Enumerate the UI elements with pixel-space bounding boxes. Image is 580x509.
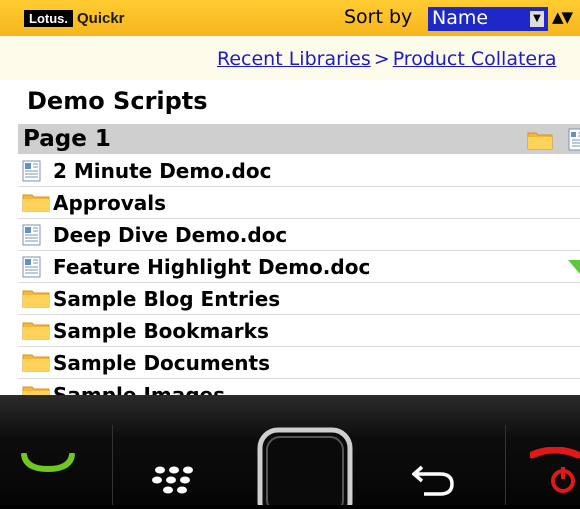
sort-label: Sort by [344, 6, 413, 28]
list-item-label: 2 Minute Demo.doc [53, 159, 272, 183]
back-key-icon[interactable] [411, 463, 456, 501]
call-key-icon[interactable] [20, 452, 76, 479]
file-list: 2 Minute Demo.doc Approvals Deep Dive De… [18, 155, 580, 395]
list-item-label: Sample Blog Entries [53, 287, 281, 311]
list-item-label: Approvals [53, 191, 167, 215]
phone-screen: Lotus. Quickr Sort by Name ▼ ▲▼ Recent L… [0, 0, 580, 395]
folder-icon [22, 192, 50, 216]
new-folder-icon[interactable] [527, 130, 553, 154]
key-divider [505, 425, 506, 505]
document-icon [22, 256, 42, 282]
trackpad-icon[interactable] [255, 425, 355, 509]
breadcrumb: Recent Libraries > Product Collatera [0, 36, 580, 80]
chevron-down-icon: ▼ [530, 11, 544, 27]
new-document-icon[interactable] [568, 128, 580, 156]
folder-icon [22, 288, 50, 312]
list-item-label: Sample Documents [53, 351, 270, 375]
app-header: Lotus. Quickr Sort by Name ▼ ▲▼ [0, 0, 580, 36]
sort-order-icon[interactable]: ▲▼ [552, 8, 573, 26]
breadcrumb-link-recent-libraries[interactable]: Recent Libraries [217, 48, 371, 70]
folder-icon [22, 384, 50, 395]
device-keypad [0, 395, 580, 509]
sort-dropdown-value: Name [432, 7, 489, 29]
key-divider [112, 425, 113, 505]
list-item[interactable]: Sample Images [18, 379, 580, 395]
breadcrumb-separator: > [373, 48, 390, 70]
brand-lotus: Lotus. [24, 9, 73, 27]
page-title: Demo Scripts [27, 87, 208, 115]
list-item-label: Deep Dive Demo.doc [53, 223, 288, 247]
breadcrumb-link-product-collateral[interactable]: Product Collatera [393, 48, 557, 70]
sort-dropdown[interactable]: Name ▼ [428, 7, 548, 31]
folder-icon [22, 320, 50, 344]
list-item[interactable]: Sample Blog Entries [18, 283, 580, 315]
list-item[interactable]: 2 Minute Demo.doc [18, 155, 580, 187]
list-item[interactable]: Sample Bookmarks [18, 315, 580, 347]
section-header: Page 1 [18, 124, 580, 154]
section-label: Page 1 [23, 126, 111, 152]
flag-icon [568, 259, 580, 278]
app-logo: Lotus. Quickr [24, 8, 125, 28]
document-icon [22, 160, 42, 186]
list-item-label: Sample Bookmarks [53, 319, 269, 343]
list-item[interactable]: Sample Documents [18, 347, 580, 379]
list-item[interactable]: Deep Dive Demo.doc [18, 219, 580, 251]
brand-quickr: Quickr [77, 9, 125, 27]
end-call-key-icon[interactable] [528, 446, 580, 501]
list-item[interactable]: Feature Highlight Demo.doc [18, 251, 580, 283]
folder-icon [22, 352, 50, 376]
list-item[interactable]: Approvals [18, 187, 580, 219]
list-item-label: Sample Images [53, 383, 226, 395]
document-icon [22, 224, 42, 250]
blackberry-menu-key-icon[interactable] [150, 465, 198, 499]
list-item-label: Feature Highlight Demo.doc [53, 255, 371, 279]
